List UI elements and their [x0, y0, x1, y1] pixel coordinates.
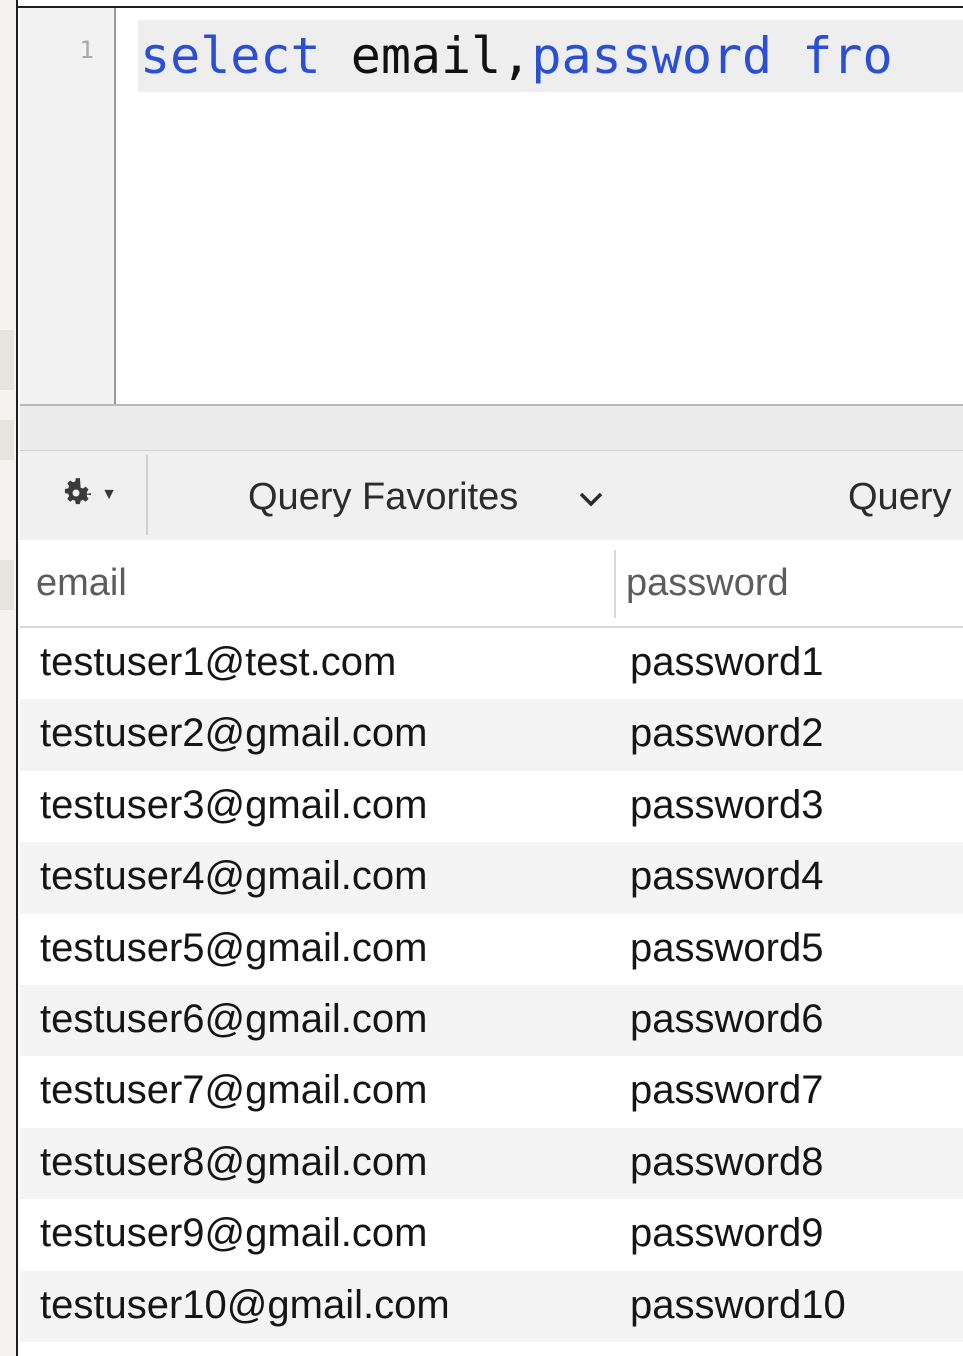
cell-password[interactable]: password4: [630, 842, 823, 910]
table-row[interactable]: testuser6@gmail.com password6: [20, 984, 963, 1057]
cell-password[interactable]: password7: [630, 1056, 823, 1124]
table-row[interactable]: testuser8@gmail.com password8: [20, 1127, 963, 1200]
table-row[interactable]: testuser3@gmail.com password3: [20, 771, 963, 842]
line-gutter: 1: [20, 8, 116, 406]
cell-email[interactable]: testuser3@gmail.com: [40, 771, 427, 839]
keyword-select: select: [140, 27, 321, 85]
cell-password[interactable]: password3: [630, 771, 823, 839]
identifier-email: email,: [320, 27, 532, 85]
table-row[interactable]: testuser1@test.com password1: [20, 628, 963, 699]
cell-password[interactable]: password1: [630, 628, 823, 696]
cell-password[interactable]: password5: [630, 914, 823, 982]
keyword-from-partial: fro: [772, 27, 893, 85]
gear-menu-button[interactable]: ▼: [28, 455, 148, 535]
window-left-edge: [0, 0, 18, 1356]
caret-down-icon: ▼: [101, 486, 117, 503]
results-grid: email password testuser1@test.com passwor…: [20, 540, 963, 1356]
cell-email[interactable]: testuser1@test.com: [40, 628, 396, 696]
results-header: email password: [20, 540, 963, 628]
table-row[interactable]: testuser5@gmail.com password5: [20, 914, 963, 985]
cell-email[interactable]: testuser7@gmail.com: [40, 1056, 427, 1124]
results-body: testuser1@test.com password1 testuser2@gm…: [20, 628, 963, 1342]
column-header-password[interactable]: password: [626, 540, 789, 626]
chevron-down-icon: [578, 476, 604, 519]
window-top-edge: [0, 0, 963, 8]
query-toolbar: ▼ Query Favorites Query: [20, 450, 963, 540]
cell-email[interactable]: testuser5@gmail.com: [40, 914, 427, 982]
cell-email[interactable]: testuser9@gmail.com: [40, 1199, 427, 1267]
cell-email[interactable]: testuser2@gmail.com: [40, 699, 427, 767]
cell-password[interactable]: password10: [630, 1271, 846, 1339]
cell-password[interactable]: password2: [630, 699, 823, 767]
cell-email[interactable]: testuser10@gmail.com: [40, 1271, 450, 1339]
gear-icon: [57, 474, 95, 517]
cell-password[interactable]: password6: [630, 985, 823, 1053]
editor-results-splitter[interactable]: [20, 404, 963, 450]
cell-email[interactable]: testuser4@gmail.com: [40, 842, 427, 910]
column-resize-handle[interactable]: [614, 550, 616, 618]
query-favorites-label: Query Favorites: [248, 475, 519, 518]
table-row[interactable]: testuser10@gmail.com password10: [20, 1270, 963, 1342]
column-header-email[interactable]: email: [36, 540, 127, 626]
sql-editor[interactable]: 1 select email,password fro: [20, 8, 963, 408]
table-row[interactable]: testuser2@gmail.com password2: [20, 699, 963, 771]
table-row[interactable]: testuser4@gmail.com password4: [20, 842, 963, 914]
identifier-password: password: [531, 27, 773, 85]
line-number: 1: [79, 36, 94, 64]
table-row[interactable]: testuser7@gmail.com password7: [20, 1056, 963, 1127]
query-favorites-button[interactable]: Query Favorites: [248, 465, 604, 529]
query-history-button[interactable]: Query: [848, 465, 951, 529]
code-line-current[interactable]: select email,password fro: [138, 20, 963, 92]
cell-password[interactable]: password8: [630, 1128, 823, 1196]
table-row[interactable]: testuser9@gmail.com password9: [20, 1199, 963, 1270]
cell-email[interactable]: testuser8@gmail.com: [40, 1128, 427, 1196]
cell-password[interactable]: password9: [630, 1199, 823, 1267]
cell-email[interactable]: testuser6@gmail.com: [40, 985, 427, 1053]
